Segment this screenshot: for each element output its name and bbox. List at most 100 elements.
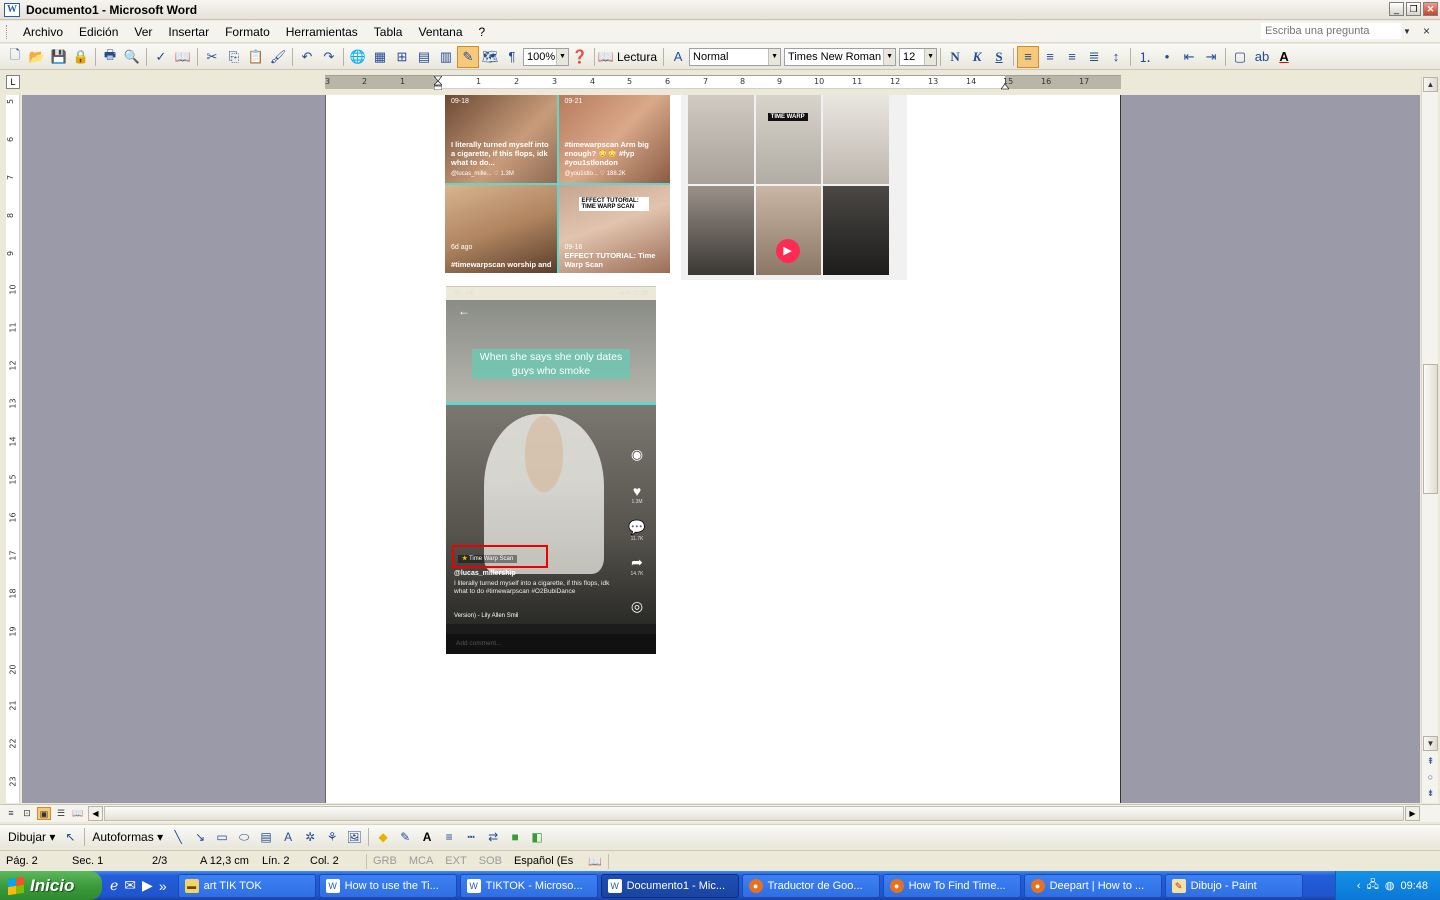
taskbar-item[interactable]: ● Deepart | How to ... — [1023, 873, 1162, 898]
oval-icon[interactable]: ⬭ — [233, 827, 255, 847]
horizontal-scroll-thumb[interactable] — [104, 806, 1404, 821]
chevron-down-icon[interactable]: ▼ — [1401, 27, 1413, 36]
scroll-left-icon[interactable]: ◀ — [88, 806, 103, 821]
hyperlink-icon[interactable]: 🌐 — [347, 46, 369, 68]
print-preview-icon[interactable]: 🔍 — [121, 46, 143, 68]
line-style-icon[interactable]: ≡ — [438, 827, 460, 847]
status-language[interactable]: Español (Es — [508, 855, 582, 867]
menu-formato[interactable]: Formato — [217, 25, 278, 39]
new-document-icon[interactable]: 🗋 — [4, 46, 26, 68]
permission-icon[interactable]: 🔒 — [70, 46, 92, 68]
start-button[interactable]: Inicio — [0, 871, 102, 900]
menu-ventana[interactable]: Ventana — [410, 25, 470, 39]
chevron-down-icon[interactable]: ▼ — [768, 48, 781, 65]
shadow-icon[interactable]: ■ — [504, 827, 526, 847]
document-map-icon[interactable]: 🗺 — [479, 46, 501, 68]
status-track[interactable]: MCA — [403, 855, 439, 867]
taskbar-item[interactable]: ● Traductor de Goo... — [741, 873, 880, 898]
close-document-icon[interactable]: × — [1423, 24, 1430, 38]
taskbar-item-active[interactable]: W Documento1 - Mic... — [600, 873, 739, 898]
decrease-indent-icon[interactable]: ⇤ — [1178, 46, 1200, 68]
tiktok-phone-screenshot[interactable]: 02 · LK 40% 20:39 ← When she says she on… — [446, 286, 656, 654]
arrow-icon[interactable]: ↘ — [189, 827, 211, 847]
taskbar-item[interactable]: W TIKTOK - Microso... — [459, 873, 598, 898]
font-color-icon[interactable]: A — [416, 827, 438, 847]
network-icon[interactable]: 🖧 — [1367, 876, 1379, 895]
horizontal-ruler[interactable]: 3 2 1 1 2 3 4 5 6 7 8 9 10 11 12 13 14 1… — [325, 75, 1121, 90]
scroll-thumb[interactable] — [1423, 364, 1438, 494]
3d-icon[interactable]: ◧ — [526, 827, 548, 847]
align-right-icon[interactable]: ≡ — [1061, 46, 1083, 68]
draw-menu[interactable]: Dibujar ▾ — [4, 830, 59, 844]
insert-excel-icon[interactable]: ▤ — [413, 46, 435, 68]
share-icon[interactable]: ➦ 14.7K — [624, 554, 650, 577]
align-left-icon[interactable]: ≡ — [1017, 45, 1040, 68]
comment-input[interactable]: Add comment... — [446, 634, 656, 654]
menu-help[interactable]: ? — [471, 25, 494, 39]
chevron-down-icon[interactable]: ▼ — [883, 48, 896, 65]
avatar-icon[interactable]: ◉ — [624, 446, 650, 463]
close-icon[interactable]: ✕ — [1423, 2, 1438, 16]
indent-marker-icon[interactable] — [434, 76, 442, 90]
show-hide-icon[interactable]: ¶ — [501, 46, 523, 68]
chevron-down-icon[interactable]: ▼ — [556, 48, 568, 65]
internet-explorer-icon[interactable]: ℯ — [110, 877, 118, 894]
menu-herramientas[interactable]: Herramientas — [278, 25, 366, 39]
ask-question-input[interactable] — [1260, 23, 1401, 39]
bold-button[interactable]: N — [944, 46, 966, 68]
redo-icon[interactable]: ↷ — [318, 46, 340, 68]
print-icon[interactable]: 🖶 — [99, 46, 121, 68]
menu-ver[interactable]: Ver — [126, 25, 160, 39]
effect-highlight-box[interactable]: ★ Time Warp Scan — [452, 545, 548, 568]
font-size-select[interactable]: 12 ▼ — [899, 47, 938, 66]
text-box-icon[interactable]: ▤ — [255, 827, 277, 847]
numbering-icon[interactable]: ⒈ — [1134, 46, 1156, 68]
next-page-icon[interactable]: ⇟ — [1424, 788, 1437, 801]
drawing-icon[interactable]: ✎ — [457, 45, 479, 68]
borders-icon[interactable]: ▢ — [1229, 46, 1251, 68]
style-select[interactable]: Normal ▼ — [689, 47, 782, 66]
web-view-icon[interactable]: ⊡ — [20, 807, 34, 820]
research-icon[interactable]: 📖 — [172, 46, 194, 68]
clock[interactable]: 09:48 — [1400, 880, 1428, 892]
columns-icon[interactable]: ▥ — [435, 46, 457, 68]
underline-button[interactable]: S — [988, 46, 1010, 68]
zoom-select[interactable]: 100% ▼ — [523, 47, 569, 66]
tiktok-grid-image-right[interactable]: TIME WARP ▶ — [681, 95, 907, 280]
open-folder-icon[interactable]: 📂 — [26, 46, 48, 68]
back-arrow-icon[interactable]: ← — [458, 304, 470, 318]
scroll-up-icon[interactable]: ▲ — [1423, 77, 1438, 92]
arrow-style-icon[interactable]: ⇄ — [482, 827, 504, 847]
outline-view-icon[interactable]: ☰ — [54, 807, 68, 820]
tab-selector[interactable]: L — [6, 75, 20, 89]
italic-button[interactable]: K — [966, 46, 988, 68]
spelling-icon[interactable]: ✓ — [150, 46, 172, 68]
select-objects-icon[interactable]: ↖ — [59, 827, 81, 847]
copy-icon[interactable]: ⎘ — [223, 46, 245, 68]
status-overtype[interactable]: SOB — [473, 855, 508, 867]
comment-icon[interactable]: 💬 11.7K — [624, 519, 650, 542]
diagram-icon[interactable]: ✲ — [299, 827, 321, 847]
line-icon[interactable]: ╲ — [167, 827, 189, 847]
document-page[interactable]: 09-18 I literally turned myself into a c… — [325, 95, 1121, 803]
dash-style-icon[interactable]: ┅ — [460, 827, 482, 847]
print-layout-icon[interactable]: ▣ — [37, 807, 51, 820]
cut-icon[interactable]: ✂ — [201, 46, 223, 68]
vertical-ruler[interactable]: 5 6 7 8 9 10 11 12 13 14 15 16 17 18 19 … — [6, 95, 20, 803]
username[interactable]: @lucas_millership — [454, 570, 516, 577]
music-disc-icon[interactable]: ◎ — [624, 598, 650, 615]
wordart-icon[interactable]: A — [277, 827, 299, 847]
autoshapes-menu[interactable]: Autoformas ▾ — [88, 830, 167, 844]
media-player-icon[interactable]: ▶ — [142, 877, 153, 894]
status-record[interactable]: GRB — [367, 855, 403, 867]
insert-table-icon[interactable]: ⊞ — [391, 46, 413, 68]
save-icon[interactable]: 💾 — [48, 46, 70, 68]
tables-borders-icon[interactable]: ▦ — [369, 46, 391, 68]
rectangle-icon[interactable]: ▭ — [211, 827, 233, 847]
taskbar-item[interactable]: ✎ Dibujo - Paint — [1164, 873, 1303, 898]
reading-layout-button[interactable]: 📖 Lectura — [598, 46, 660, 68]
font-color-icon[interactable]: A — [1273, 46, 1295, 68]
minimize-icon[interactable]: _ — [1389, 2, 1404, 16]
heart-icon[interactable]: ♥ 1.3M — [624, 483, 650, 505]
chevron-left-icon[interactable]: ‹ — [1357, 880, 1361, 892]
